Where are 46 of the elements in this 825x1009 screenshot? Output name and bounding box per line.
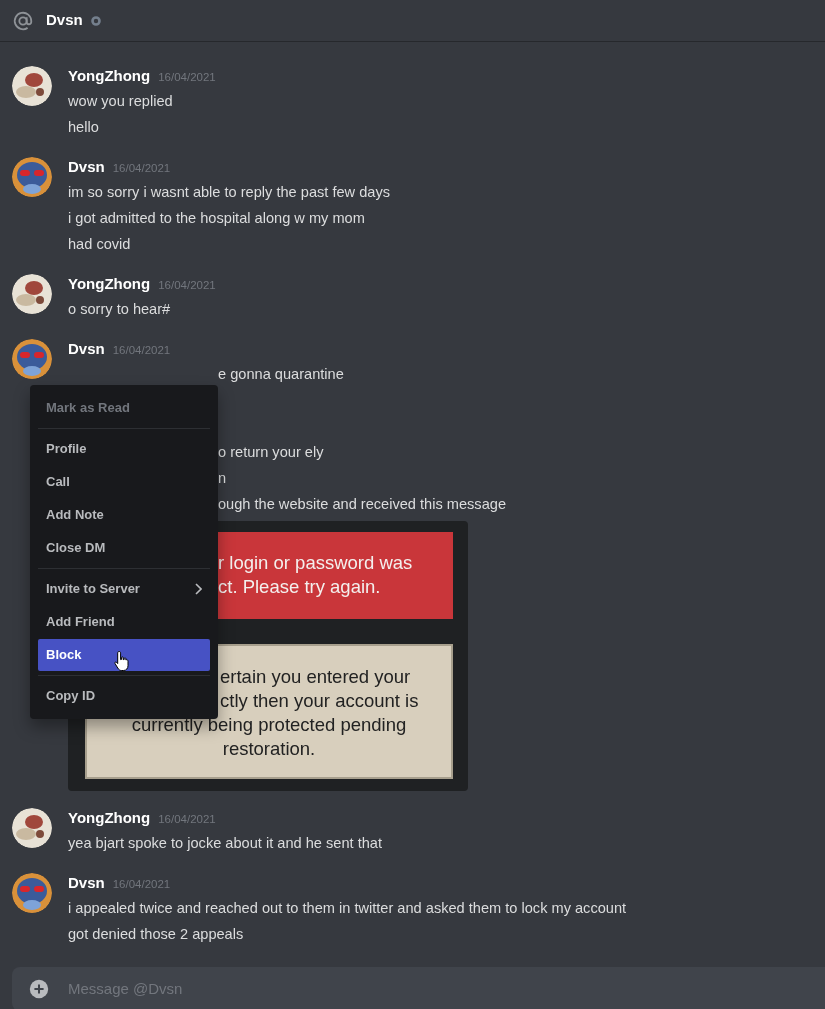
message-text: yea bjart spoke to jocke about it and he sent that [68,834,382,853]
banner-text: restoration. [221,737,317,761]
timestamp: 16/04/2021 [112,878,171,890]
timestamp: 16/04/2021 [112,344,171,356]
menu-item[interactable]: Call [38,466,210,498]
timestamp: 16/04/2021 [158,813,216,825]
banner-text: r login or password was [218,551,413,575]
message-text: wow you replied [68,92,174,111]
username[interactable]: Dvsn [68,340,105,357]
avatar[interactable] [12,873,52,913]
avatar[interactable] [12,274,52,314]
status-icon [90,15,101,26]
message-text: got denied those 2 appeals [68,925,245,944]
avatar[interactable] [12,157,52,197]
username[interactable]: Dvsn [68,874,105,891]
banner-text: ertain you entered your [220,665,411,689]
avatar[interactable] [12,339,52,379]
message-text: i appealed twice and reached out to them in twitter and asked them to lock my account [68,899,627,918]
message-text: o sorry to hear# [68,300,172,319]
message-text: hello [68,118,100,137]
message-text: e gonna quarantine [218,365,344,384]
avatar[interactable] [12,808,52,848]
banner-text: ct. Please try again. [218,575,381,599]
at-sign-icon [12,9,34,32]
banner-text: ctly then your account is [220,689,419,713]
message-text: i got admitted to the hospital along w my mom [68,209,366,228]
chevron-right-icon [194,583,202,595]
hand-cursor-icon [114,650,130,672]
username[interactable]: YongZhong [68,67,151,84]
username[interactable]: Dvsn [68,158,105,175]
add-icon[interactable] [28,978,50,1000]
avatar[interactable] [12,66,52,106]
username[interactable]: YongZhong [68,275,151,292]
timestamp: 16/04/2021 [158,279,216,291]
message-text: o return your ely [218,443,324,462]
menu-item[interactable]: Block [38,639,210,671]
message-text: im so sorry i wasnt able to reply the past few days [68,183,390,202]
username[interactable]: YongZhong [68,809,151,826]
timestamp: 16/04/2021 [158,71,216,83]
channel-title: Dvsn [46,10,83,31]
message-text: n [218,469,227,488]
message-text: had covid [68,235,132,254]
banner-text: currently being protected pending [130,713,408,737]
message-text: ough the website and received this message [218,495,506,514]
menu-item[interactable]: Profile [38,433,210,465]
timestamp: 16/04/2021 [112,162,171,174]
